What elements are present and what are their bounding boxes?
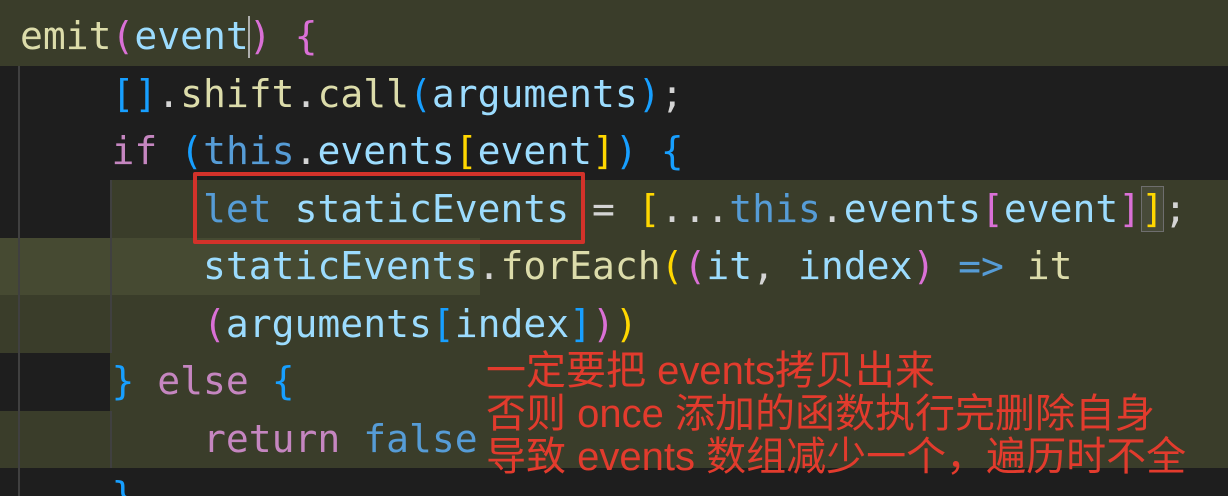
- code-token[interactable]: .: [295, 129, 318, 173]
- code-token[interactable]: .: [295, 72, 318, 116]
- code-token[interactable]: events: [317, 129, 454, 173]
- code-token[interactable]: [20, 72, 112, 116]
- code-token[interactable]: events: [844, 187, 981, 231]
- code-token[interactable]: [20, 417, 203, 461]
- code-token[interactable]: (: [684, 244, 707, 288]
- code-token[interactable]: (: [661, 244, 684, 288]
- annotation-line: 导致 events 数组减少一个，遍历时不全: [486, 435, 1187, 479]
- code-token[interactable]: {: [295, 14, 318, 58]
- code-token[interactable]: return: [203, 417, 340, 461]
- code-token[interactable]: shift: [180, 72, 294, 116]
- code-token[interactable]: else: [157, 359, 249, 403]
- code-token[interactable]: ,: [752, 244, 798, 288]
- code-token[interactable]: {: [661, 129, 684, 173]
- code-token[interactable]: [20, 244, 203, 288]
- code-token[interactable]: [638, 129, 661, 173]
- code-token[interactable]: ]: [1118, 187, 1141, 231]
- code-line[interactable]: [].shift.call(arguments);: [20, 66, 1187, 124]
- code-token[interactable]: ): [249, 14, 272, 58]
- code-token[interactable]: [1004, 244, 1027, 288]
- code-token[interactable]: ;: [1164, 187, 1187, 231]
- code-token[interactable]: [: [432, 302, 455, 346]
- code-token[interactable]: staticEvents: [203, 244, 478, 288]
- code-token[interactable]: [: [455, 129, 478, 173]
- code-token[interactable]: arguments: [226, 302, 432, 346]
- code-token[interactable]: (: [112, 14, 135, 58]
- code-token[interactable]: event: [478, 129, 592, 173]
- annotation-note: 一定要把 events拷贝出来 否则 once 添加的函数执行完删除自身 导致 …: [486, 350, 1186, 479]
- code-token[interactable]: [272, 14, 295, 58]
- text-cursor: [248, 16, 250, 58]
- code-token[interactable]: [20, 129, 112, 173]
- code-token[interactable]: call: [317, 72, 409, 116]
- code-token[interactable]: ;: [661, 72, 684, 116]
- code-token[interactable]: [935, 244, 958, 288]
- code-token[interactable]: ): [592, 302, 615, 346]
- code-token[interactable]: .: [478, 244, 501, 288]
- code-token[interactable]: }: [112, 359, 135, 403]
- code-token[interactable]: (: [180, 129, 203, 173]
- code-token[interactable]: ]: [592, 129, 615, 173]
- code-token[interactable]: ): [912, 244, 935, 288]
- code-token[interactable]: event: [134, 14, 248, 58]
- code-token[interactable]: [249, 359, 272, 403]
- code-line[interactable]: (arguments[index])): [20, 296, 1187, 354]
- code-token[interactable]: [340, 417, 363, 461]
- code-token[interactable]: }: [112, 474, 135, 496]
- code-token[interactable]: if: [112, 129, 158, 173]
- code-token[interactable]: forEach: [500, 244, 660, 288]
- code-token[interactable]: ...: [661, 187, 730, 231]
- code-token[interactable]: ): [638, 72, 661, 116]
- annotation-box: [193, 172, 585, 244]
- code-token[interactable]: =>: [958, 244, 1004, 288]
- code-token[interactable]: emit: [20, 14, 112, 58]
- code-token[interactable]: it: [1027, 244, 1073, 288]
- code-editor[interactable]: emit(event) { [].shift.call(arguments); …: [0, 0, 1228, 496]
- code-token[interactable]: [20, 474, 112, 496]
- code-token[interactable]: (: [203, 302, 226, 346]
- code-line[interactable]: emit(event) {: [20, 8, 1187, 66]
- code-token[interactable]: ): [615, 302, 638, 346]
- code-token[interactable]: ]: [1141, 187, 1164, 231]
- code-line[interactable]: staticEvents.forEach((it, index) => it: [20, 238, 1187, 296]
- code-token[interactable]: [20, 187, 203, 231]
- code-token[interactable]: false: [363, 417, 477, 461]
- code-token[interactable]: this: [203, 129, 295, 173]
- code-token[interactable]: [20, 359, 112, 403]
- code-token[interactable]: []: [112, 72, 158, 116]
- code-token[interactable]: ]: [569, 302, 592, 346]
- code-token[interactable]: it: [706, 244, 752, 288]
- code-token[interactable]: index: [798, 244, 912, 288]
- code-token[interactable]: [: [981, 187, 1004, 231]
- code-token[interactable]: [157, 129, 180, 173]
- code-token[interactable]: event: [1004, 187, 1118, 231]
- code-token[interactable]: this: [729, 187, 821, 231]
- code-token[interactable]: (: [409, 72, 432, 116]
- annotation-line: 否则 once 添加的函数执行完删除自身: [486, 392, 1155, 436]
- code-token[interactable]: .: [821, 187, 844, 231]
- code-token[interactable]: [134, 359, 157, 403]
- code-token[interactable]: ): [615, 129, 638, 173]
- code-token[interactable]: .: [157, 72, 180, 116]
- code-token[interactable]: {: [272, 359, 295, 403]
- annotation-line: 一定要把 events拷贝出来: [486, 349, 935, 393]
- code-token[interactable]: index: [455, 302, 569, 346]
- code-token[interactable]: [20, 302, 203, 346]
- code-token[interactable]: arguments: [432, 72, 638, 116]
- code-token[interactable]: [: [638, 187, 661, 231]
